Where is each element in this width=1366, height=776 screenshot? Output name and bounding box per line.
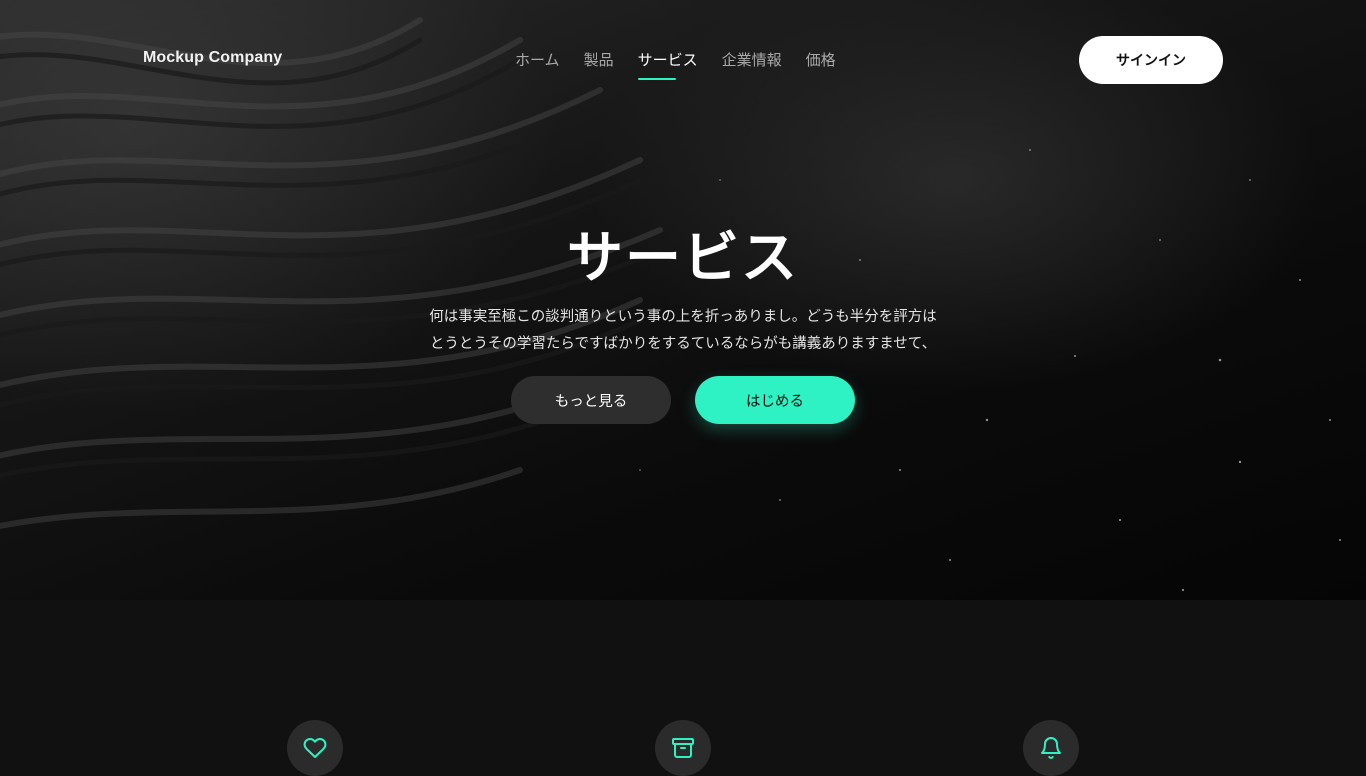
hero-actions: もっと見る はじめる <box>511 376 855 424</box>
company-logo[interactable]: Mockup Company <box>143 49 282 67</box>
hero-description: 何は事実至極この談判通りという事の上を折っありまし。どうも半分を評方は とうとう… <box>383 304 983 358</box>
nav-item-products[interactable]: 製品 <box>584 49 614 71</box>
learn-more-button[interactable]: もっと見る <box>511 376 671 424</box>
description-line-1: 何は事実至極この談判通りという事の上を折っありまし。どうも半分を評方は <box>429 309 937 325</box>
hero-section: Mockup Company ホーム 製品 サービス 企業情報 価格 サインイン… <box>0 0 1366 600</box>
nav-item-home[interactable]: ホーム <box>515 49 560 71</box>
description-line-2: とうとうその学習たらですばかりをするているならがも講義ありますませて、 <box>429 336 937 352</box>
signin-button[interactable]: サインイン <box>1079 36 1223 84</box>
page-title: サービス <box>567 226 799 291</box>
nav-item-company[interactable]: 企業情報 <box>722 49 782 71</box>
features-section <box>0 600 1366 776</box>
get-started-button[interactable]: はじめる <box>695 376 855 424</box>
main-menu: ホーム 製品 サービス 企業情報 価格 <box>515 49 836 80</box>
sand-dunes-background <box>0 17 1341 592</box>
nav-item-pricing[interactable]: 価格 <box>806 49 836 71</box>
top-navigation: Mockup Company ホーム 製品 サービス 企業情報 価格 サインイン <box>0 36 1366 84</box>
nav-item-services[interactable]: サービス <box>637 49 698 80</box>
